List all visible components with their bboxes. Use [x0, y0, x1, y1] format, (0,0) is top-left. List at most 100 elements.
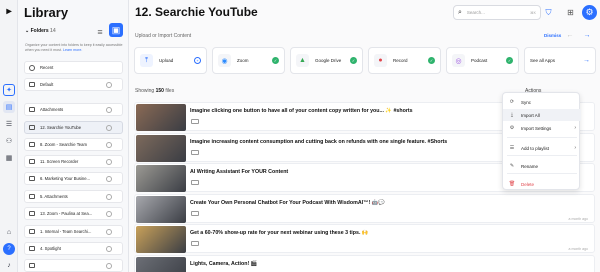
- chevron-down-icon: ⌄: [25, 28, 30, 34]
- file-row[interactable]: Get a 60-70% show-up rate for your next …: [134, 224, 595, 253]
- folder-icon: [29, 142, 35, 147]
- logo-icon[interactable]: ▸: [3, 5, 15, 17]
- arrow-right-icon: →: [583, 57, 590, 64]
- sync-status-icon: [106, 210, 112, 217]
- menu-item-import-all[interactable]: ⤓ Import All: [503, 109, 581, 121]
- menu-item-rename[interactable]: ✎ Rename: [503, 160, 581, 172]
- import-card-podcast[interactable]: ◎ Podcast ✓: [446, 47, 519, 74]
- file-title: Imagine clicking one button to have all …: [190, 108, 413, 114]
- dismiss-button[interactable]: Dismiss: [544, 33, 561, 38]
- check-icon: ✓: [428, 57, 435, 64]
- sparkle-icon[interactable]: ✦: [3, 84, 15, 96]
- record-icon: ●: [374, 54, 387, 67]
- sync-status-icon: [106, 158, 112, 165]
- rename-icon: ✎: [509, 163, 515, 169]
- import-icon: ⤓: [510, 112, 514, 118]
- menu-divider: [507, 137, 577, 138]
- folder-item[interactable]: Recent: [24, 61, 123, 74]
- actions-menu: ⟳ Sync ⤓ Import All ⚙ Import Settings › ☰ Add to…: [502, 92, 581, 190]
- folders-description: Organize your content into folders to ke…: [25, 43, 125, 53]
- sync-status-icon: [106, 81, 112, 88]
- settings-button[interactable]: ⚙: [582, 5, 597, 20]
- folder-name: 1. Internal - Team Searchi...: [40, 229, 92, 234]
- menu-divider: [507, 155, 577, 156]
- folder-item[interactable]: 6. Marketing Your Busine...: [24, 172, 123, 185]
- check-icon: ✓: [272, 57, 279, 64]
- sync-status-icon: [106, 124, 112, 131]
- sync-status-icon: [106, 141, 112, 148]
- file-row[interactable]: Create Your Own Personal Chatbot For You…: [134, 194, 595, 223]
- library-icon[interactable]: ▤: [3, 101, 15, 113]
- bell-icon[interactable]: ♪: [3, 259, 15, 271]
- add-icon: +: [194, 57, 201, 64]
- folder-item[interactable]: Default: [24, 78, 123, 91]
- list-icon[interactable]: ☰: [3, 118, 15, 130]
- people-icon[interactable]: ⚇: [3, 135, 15, 147]
- folder-icon: [29, 176, 35, 181]
- folder-icon: [29, 194, 35, 199]
- graduation-icon[interactable]: ⌂: [3, 226, 15, 238]
- arrow-left-icon[interactable]: ←: [566, 31, 574, 39]
- video-thumbnail[interactable]: [136, 257, 186, 272]
- import-card-label: Zoom: [237, 58, 249, 63]
- video-thumbnail[interactable]: [136, 104, 186, 131]
- import-card-zoom[interactable]: ◉ Zoom ✓: [212, 47, 285, 74]
- folder-icon: [29, 263, 35, 268]
- menu-item-add-to-playlist[interactable]: ☰ Add to playlist ›: [503, 142, 581, 154]
- folder-name: 8. Zoom - Searchie Team: [40, 142, 87, 147]
- menu-item-label: Delete: [521, 181, 535, 187]
- sync-icon: ⟳: [509, 99, 515, 105]
- folder-item[interactable]: 5. Attachments: [24, 190, 123, 203]
- video-thumbnail[interactable]: [136, 165, 186, 192]
- folders-toggle[interactable]: ⌄ Folders 14: [25, 28, 56, 34]
- file-time: a month ago: [568, 217, 588, 221]
- library-panel: Library ⌄ Folders 14 ≡ ▣ Organize your c…: [18, 0, 129, 272]
- showing-count: 150: [155, 88, 164, 94]
- menu-item-sync[interactable]: ⟳ Sync: [503, 96, 581, 108]
- file-title: Imagine increasing content consumption a…: [190, 139, 448, 145]
- folder-item[interactable]: Attachments: [24, 103, 123, 116]
- folder-item[interactable]: 12. Searchie YouTube: [24, 121, 123, 134]
- import-card-record[interactable]: ● Record ✓: [368, 47, 441, 74]
- import-card-label: Podcast: [471, 58, 488, 63]
- help-icon[interactable]: ?: [3, 243, 15, 255]
- folder-icon: [29, 246, 35, 251]
- folder-item[interactable]: 13. Zoom - Paulina at Sea...: [24, 207, 123, 220]
- video-thumbnail[interactable]: [136, 135, 186, 162]
- arrow-right-icon[interactable]: →: [583, 31, 591, 39]
- check-icon: ✓: [506, 57, 513, 64]
- import-card-label: See all Apps: [530, 58, 556, 63]
- tag-icon: [191, 119, 199, 124]
- file-row[interactable]: Lights, Camera, Action! 🎬: [134, 255, 595, 272]
- library-title: Library: [24, 5, 69, 20]
- import-card-google-drive[interactable]: ▲ Google Drive ✓: [290, 47, 363, 74]
- import-card-label: Upload: [159, 58, 174, 63]
- new-folder-button[interactable]: ▣: [109, 23, 123, 37]
- filter-icon[interactable]: ⛉: [543, 7, 554, 18]
- sync-status-icon: [106, 262, 112, 269]
- menu-item-label: Rename: [521, 163, 539, 169]
- import-card-upload[interactable]: ⤒ Upload +: [134, 47, 207, 74]
- import-card-see-all-apps[interactable]: See all Apps →: [524, 47, 596, 74]
- sync-status-icon: [106, 175, 112, 182]
- learn-more-link[interactable]: Learn more.: [63, 48, 82, 52]
- folder-item[interactable]: 1. Internal - Team Searchi...: [24, 225, 123, 238]
- sync-status-icon: [106, 193, 112, 200]
- folder-item[interactable]: [24, 259, 123, 272]
- folder-item[interactable]: 11. Screen Recorder: [24, 155, 123, 168]
- apps-icon[interactable]: ▦: [3, 152, 15, 164]
- search-input[interactable]: ⌕ Search... ⌘K: [453, 5, 541, 20]
- sort-icon[interactable]: ≡: [95, 27, 105, 37]
- clock-icon: [29, 64, 35, 71]
- menu-item-delete[interactable]: 🗑 Delete: [503, 178, 581, 190]
- folder-icon: [29, 211, 35, 216]
- grid-view-icon[interactable]: ⊞: [565, 7, 576, 18]
- folder-item[interactable]: 4. Spotlight: [24, 242, 123, 255]
- video-thumbnail[interactable]: [136, 226, 186, 253]
- folder-item[interactable]: 8. Zoom - Searchie Team: [24, 138, 123, 151]
- app-rail: ▸ ✦ ▤ ☰ ⚇ ▦ ⌂ ? ♪: [0, 0, 18, 272]
- menu-item-import-settings[interactable]: ⚙ Import Settings ›: [503, 122, 581, 134]
- showing-suffix: files: [165, 88, 175, 94]
- video-thumbnail[interactable]: [136, 196, 186, 223]
- folder-icon: [29, 107, 35, 112]
